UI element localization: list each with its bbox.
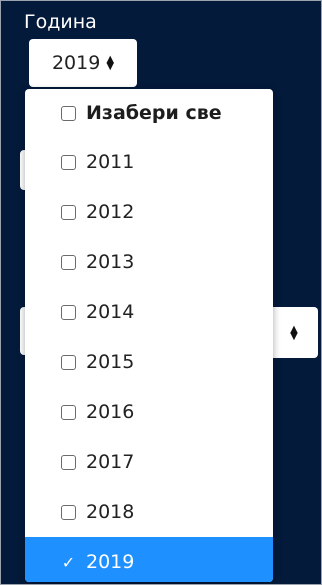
year-filter-label: Година — [24, 11, 97, 33]
year-option[interactable]: 2017 — [25, 437, 273, 487]
checkbox-icon — [61, 254, 76, 270]
year-option-label: 2019 — [86, 551, 135, 573]
background-select-button[interactable]: ▲ ▼ — [270, 307, 318, 358]
checkbox-icon — [61, 105, 76, 121]
sort-caret-icon: ▲ ▼ — [106, 54, 115, 72]
select-all-option[interactable]: Изабери све — [25, 89, 273, 137]
year-option-label: 2016 — [86, 401, 135, 423]
checkbox-icon — [61, 354, 76, 370]
year-option[interactable]: 2015 — [25, 337, 273, 387]
checkmark-icon: ✓ — [61, 552, 76, 572]
year-option[interactable]: 2014 — [25, 287, 273, 337]
year-option-label: 2012 — [86, 201, 135, 223]
year-option-label: 2011 — [86, 151, 135, 173]
year-option-label: 2014 — [86, 301, 135, 323]
year-select-value: 2019 — [51, 52, 101, 74]
checkbox-icon — [61, 504, 76, 520]
year-dropdown-menu: Изабери све 2011 2012 2013 2014 2015 201… — [25, 89, 273, 582]
year-option-label: 2013 — [86, 251, 135, 273]
year-select-button[interactable]: 2019 ▲ ▼ — [29, 39, 137, 87]
checkbox-icon — [61, 404, 76, 420]
year-option[interactable]: 2016 — [25, 387, 273, 437]
checkbox-icon — [61, 204, 76, 220]
checkbox-icon — [61, 304, 76, 320]
year-option-label: 2017 — [86, 451, 135, 473]
year-option[interactable]: 2013 — [25, 237, 273, 287]
year-option-label: 2015 — [86, 351, 135, 373]
year-option[interactable]: 2018 — [25, 487, 273, 537]
checkbox-icon — [61, 454, 76, 470]
sort-caret-icon: ▲ ▼ — [290, 323, 298, 342]
checkbox-icon — [61, 154, 76, 170]
year-option[interactable]: 2011 — [25, 137, 273, 187]
select-all-label: Изабери све — [86, 102, 222, 124]
year-option[interactable]: 2012 — [25, 187, 273, 237]
year-option-selected[interactable]: ✓ 2019 — [25, 537, 273, 582]
year-option-label: 2018 — [86, 501, 135, 523]
